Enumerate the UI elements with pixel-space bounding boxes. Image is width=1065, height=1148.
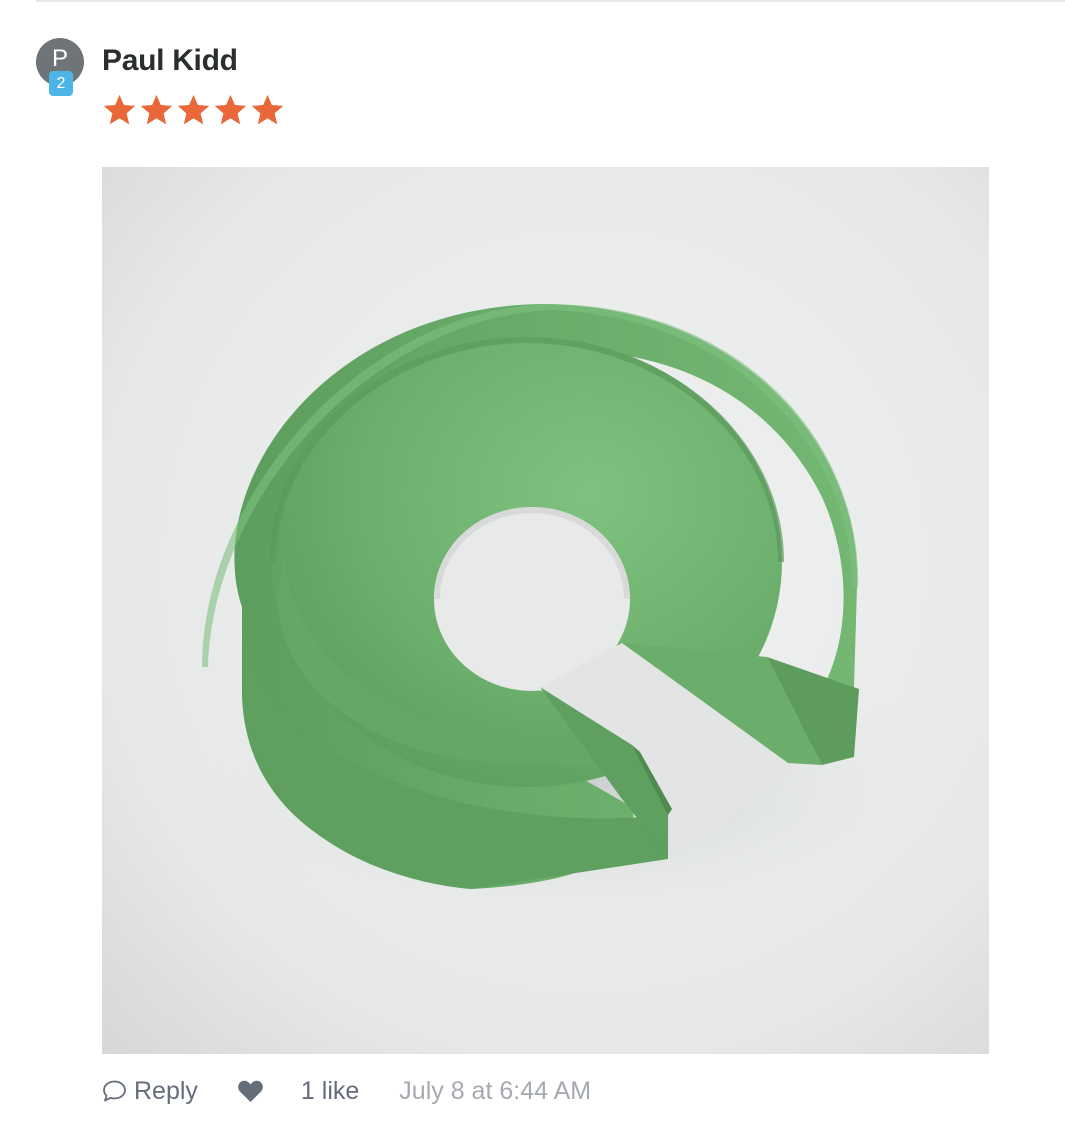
rating-stars bbox=[102, 94, 287, 126]
comment-actions: Reply 1 like July 8 at 6:44 AM bbox=[102, 1072, 591, 1110]
reply-label: Reply bbox=[134, 1076, 198, 1105]
comment-timestamp[interactable]: July 8 at 6:44 AM bbox=[399, 1077, 591, 1106]
star-icon bbox=[140, 94, 173, 125]
top-divider bbox=[36, 0, 1065, 2]
star-icon bbox=[103, 94, 136, 125]
reply-button[interactable]: Reply bbox=[102, 1077, 198, 1106]
heart-icon bbox=[238, 1080, 263, 1102]
avatar-badge: 2 bbox=[49, 71, 73, 96]
star-icon bbox=[251, 94, 284, 125]
star-icon bbox=[177, 94, 210, 125]
like-count[interactable]: 1 like bbox=[301, 1077, 359, 1106]
like-button[interactable] bbox=[237, 1079, 264, 1103]
star-icon bbox=[214, 94, 247, 125]
author-name[interactable]: Paul Kidd bbox=[102, 44, 238, 78]
review-photo[interactable] bbox=[102, 167, 989, 1054]
speech-bubble-icon bbox=[103, 1080, 126, 1102]
